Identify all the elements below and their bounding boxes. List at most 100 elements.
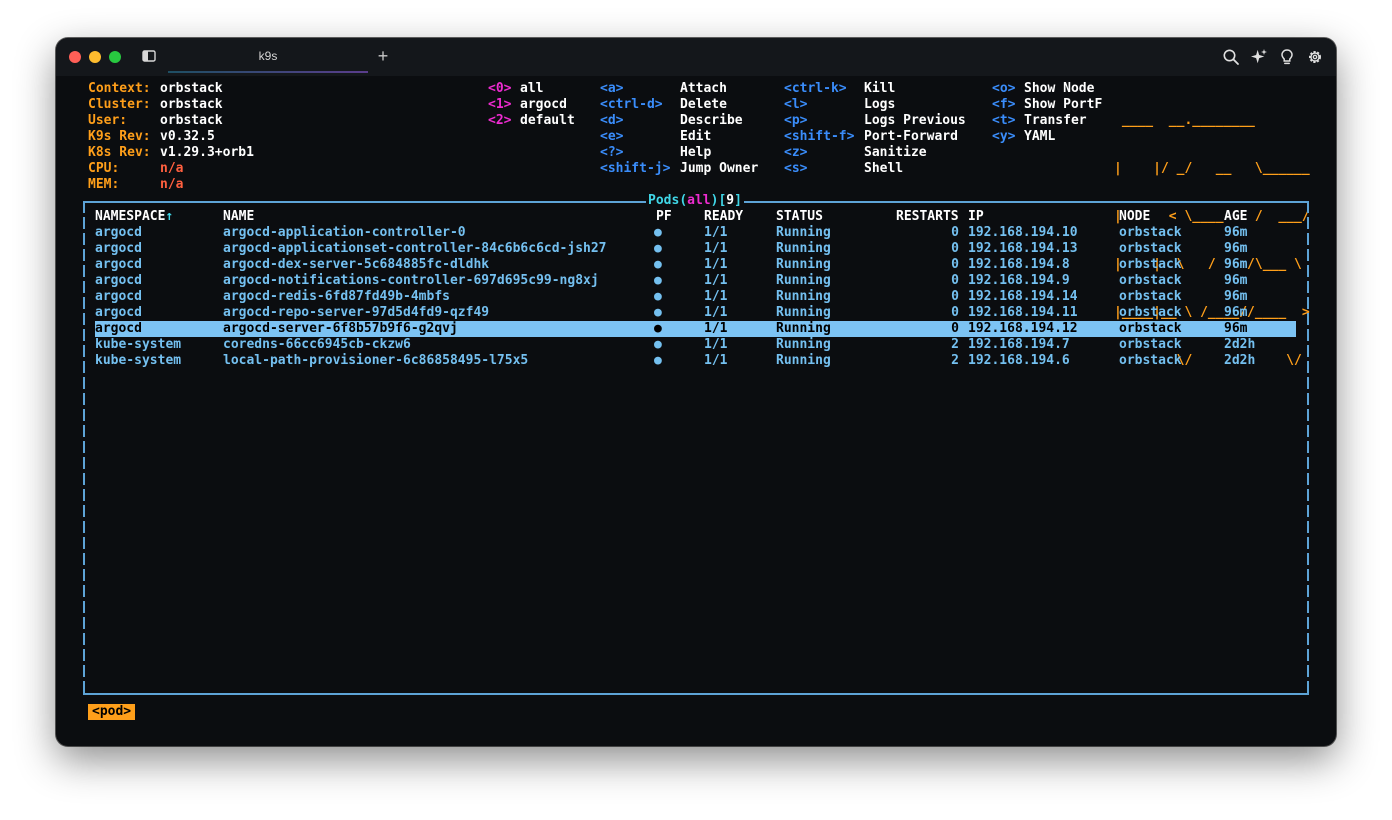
- cell-ip: 192.168.194.10: [968, 225, 1078, 240]
- cell-age: 96m: [1224, 241, 1248, 256]
- shortcut-key[interactable]: <ctrl-k>: [784, 81, 847, 97]
- table-row[interactable]: argocd argocd-redis-6fd87fd49b-4mbfs ● 1/1 R…: [95, 289, 1296, 305]
- shortcut-key[interactable]: <?>: [600, 145, 623, 161]
- shortcut-key[interactable]: <l>: [784, 97, 807, 113]
- column-namespace[interactable]: NAMESPACE↑: [95, 209, 173, 225]
- mem-value: n/a: [160, 177, 184, 192]
- table-row[interactable]: argocd argocd-applicationset-controller-8…: [95, 241, 1296, 257]
- cell-ready: 1/1: [704, 273, 728, 288]
- table-row[interactable]: kube-system local-path-provisioner-6c8685…: [95, 353, 1296, 369]
- cell-ip: 192.168.194.13: [968, 241, 1078, 256]
- shortcut-key[interactable]: <z>: [784, 145, 807, 161]
- shortcut-label[interactable]: Shell: [864, 161, 903, 177]
- shortcut-key[interactable]: <p>: [784, 113, 807, 129]
- shortcut-key[interactable]: <y>: [992, 129, 1015, 145]
- shortcut-key[interactable]: <e>: [600, 129, 623, 145]
- cell-namespace: argocd: [95, 305, 142, 320]
- cell-name: argocd-redis-6fd87fd49b-4mbfs: [223, 289, 450, 304]
- shortcut-label[interactable]: Sanitize: [864, 145, 927, 161]
- shortcut-key[interactable]: <t>: [992, 113, 1015, 129]
- column-status[interactable]: STATUS: [776, 209, 823, 225]
- shortcut-label[interactable]: Attach: [680, 81, 727, 97]
- table-row[interactable]: argocd argocd-notifications-controller-69…: [95, 273, 1296, 289]
- column-restarts[interactable]: RESTARTS: [896, 209, 959, 225]
- shortcut-key[interactable]: <shift-f>: [784, 129, 854, 145]
- shortcut-label[interactable]: Logs Previous: [864, 113, 966, 129]
- column-age[interactable]: AGE: [1224, 209, 1247, 225]
- shortcut-label[interactable]: Describe: [680, 113, 743, 129]
- cell-status: Running: [776, 321, 831, 336]
- shortcut-label[interactable]: Delete: [680, 97, 727, 113]
- cell-ready: 1/1: [704, 289, 728, 304]
- close-window-button[interactable]: [69, 51, 81, 63]
- shortcut-label[interactable]: Show PortF: [1024, 97, 1102, 113]
- sparkle-icon[interactable]: [1250, 48, 1268, 66]
- search-icon[interactable]: [1222, 48, 1240, 66]
- cell-pf: ●: [654, 273, 662, 288]
- shortcut-key[interactable]: <o>: [992, 81, 1015, 97]
- cell-age: 96m: [1224, 305, 1248, 320]
- tab-k9s[interactable]: k9s: [168, 38, 368, 74]
- breadcrumb[interactable]: <pod>: [88, 704, 136, 720]
- cell-restarts: 2: [951, 337, 959, 352]
- cell-status: Running: [776, 353, 831, 368]
- cell-namespace: argocd: [95, 241, 142, 256]
- cell-restarts: 0: [951, 257, 959, 272]
- shortcut-label[interactable]: Jump Owner: [680, 161, 758, 177]
- cell-namespace: kube-system: [95, 353, 182, 368]
- shortcut-label[interactable]: Help: [680, 145, 711, 161]
- cell-ready: 1/1: [704, 353, 728, 368]
- cell-age: 96m: [1224, 321, 1248, 336]
- lightbulb-icon[interactable]: [1278, 48, 1296, 66]
- cell-pf: ●: [654, 353, 662, 368]
- shortcut-label[interactable]: Port-Forward: [864, 129, 958, 145]
- cluster-label: Cluster:: [88, 97, 151, 112]
- shortcut-key[interactable]: <shift-j>: [600, 161, 670, 177]
- k9s-terminal[interactable]: Context: orbstack Cluster: orbstack User…: [80, 81, 1312, 741]
- namespace-label[interactable]: argocd: [520, 97, 567, 113]
- cell-node: orbstack: [1119, 241, 1182, 256]
- shortcut-key[interactable]: <s>: [784, 161, 807, 177]
- column-ip[interactable]: IP: [968, 209, 984, 225]
- cell-age: 2d2h: [1224, 337, 1256, 352]
- namespace-key[interactable]: <2>: [488, 113, 511, 129]
- namespace-label[interactable]: default: [520, 113, 575, 129]
- shortcut-label[interactable]: Logs: [864, 97, 895, 113]
- table-row[interactable]: argocd argocd-dex-server-5c684885fc-dldhk…: [95, 257, 1296, 273]
- sidebar-toggle-icon[interactable]: [142, 50, 156, 62]
- terminal-window: k9s + Context: orbstack Cluster: orbstac…: [56, 38, 1336, 746]
- cell-name: argocd-notifications-controller-697d695c…: [223, 273, 599, 288]
- namespace-key[interactable]: <1>: [488, 97, 511, 113]
- shortcut-label[interactable]: Kill: [864, 81, 895, 97]
- shortcut-key[interactable]: <f>: [992, 97, 1015, 113]
- column-pf[interactable]: PF: [656, 209, 672, 225]
- gear-icon[interactable]: [1306, 48, 1324, 66]
- table-row[interactable]: argocd argocd-repo-server-97d5d4fd9-qzf49…: [95, 305, 1296, 321]
- cell-ready: 1/1: [704, 321, 728, 336]
- table-row[interactable]: kube-system coredns-66cc6945cb-ckzw6 ● 1/1 R…: [95, 337, 1296, 353]
- shortcut-label[interactable]: YAML: [1024, 129, 1055, 145]
- new-tab-button[interactable]: +: [374, 46, 392, 66]
- table-row-selected[interactable]: argocd argocd-server-6f8b57b9f6-g2qvj ● 1/1…: [95, 321, 1296, 337]
- cell-namespace: argocd: [95, 273, 142, 288]
- table-row[interactable]: argocd argocd-application-controller-0 ● 1/…: [95, 225, 1296, 241]
- shortcut-label[interactable]: Edit: [680, 129, 711, 145]
- zoom-window-button[interactable]: [109, 51, 121, 63]
- minimize-window-button[interactable]: [89, 51, 101, 63]
- cell-node: orbstack: [1119, 353, 1182, 368]
- namespace-label[interactable]: all: [520, 81, 543, 97]
- cell-name: local-path-provisioner-6c86858495-l75x5: [223, 353, 529, 368]
- column-ready[interactable]: READY: [704, 209, 743, 225]
- user-value: orbstack: [160, 113, 223, 128]
- cpu-value: n/a: [160, 161, 184, 176]
- shortcut-label[interactable]: Transfer: [1024, 113, 1087, 129]
- cell-ip: 192.168.194.11: [968, 305, 1078, 320]
- shortcut-key[interactable]: <a>: [600, 81, 623, 97]
- mem-label: MEM:: [88, 177, 120, 192]
- shortcut-key[interactable]: <d>: [600, 113, 623, 129]
- shortcut-key[interactable]: <ctrl-d>: [600, 97, 663, 113]
- column-node[interactable]: NODE: [1119, 209, 1150, 225]
- shortcut-label[interactable]: Show Node: [1024, 81, 1094, 97]
- column-name[interactable]: NAME: [223, 209, 254, 225]
- namespace-key[interactable]: <0>: [488, 81, 511, 97]
